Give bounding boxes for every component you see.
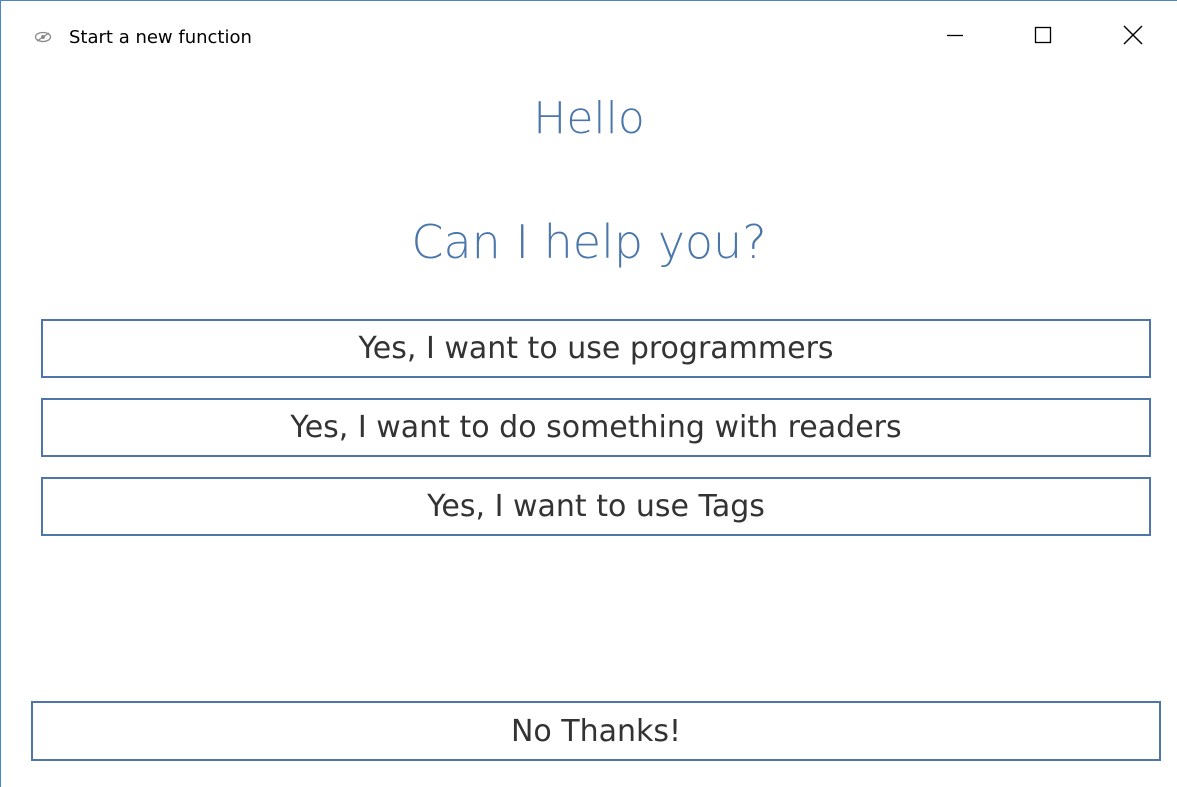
maximize-icon — [1034, 26, 1052, 49]
eye-icon — [34, 30, 52, 44]
app-window: Start a new function Hello Can I help yo… — [0, 0, 1177, 787]
minimize-button[interactable] — [933, 15, 977, 59]
title-bar[interactable]: Start a new function — [1, 1, 1177, 75]
use-tags-button[interactable]: Yes, I want to use Tags — [41, 477, 1151, 536]
close-button[interactable] — [1111, 15, 1155, 59]
close-icon — [1123, 25, 1143, 50]
window-title: Start a new function — [69, 27, 252, 48]
no-thanks-button[interactable]: No Thanks! — [31, 701, 1161, 761]
greeting-heading: Hello — [533, 93, 645, 144]
use-readers-button[interactable]: Yes, I want to do something with readers — [41, 398, 1151, 457]
help-question-heading: Can I help you? — [411, 215, 767, 269]
use-programmers-button[interactable]: Yes, I want to use programmers — [41, 319, 1151, 378]
minimize-icon — [946, 26, 964, 49]
maximize-button[interactable] — [1021, 15, 1065, 59]
